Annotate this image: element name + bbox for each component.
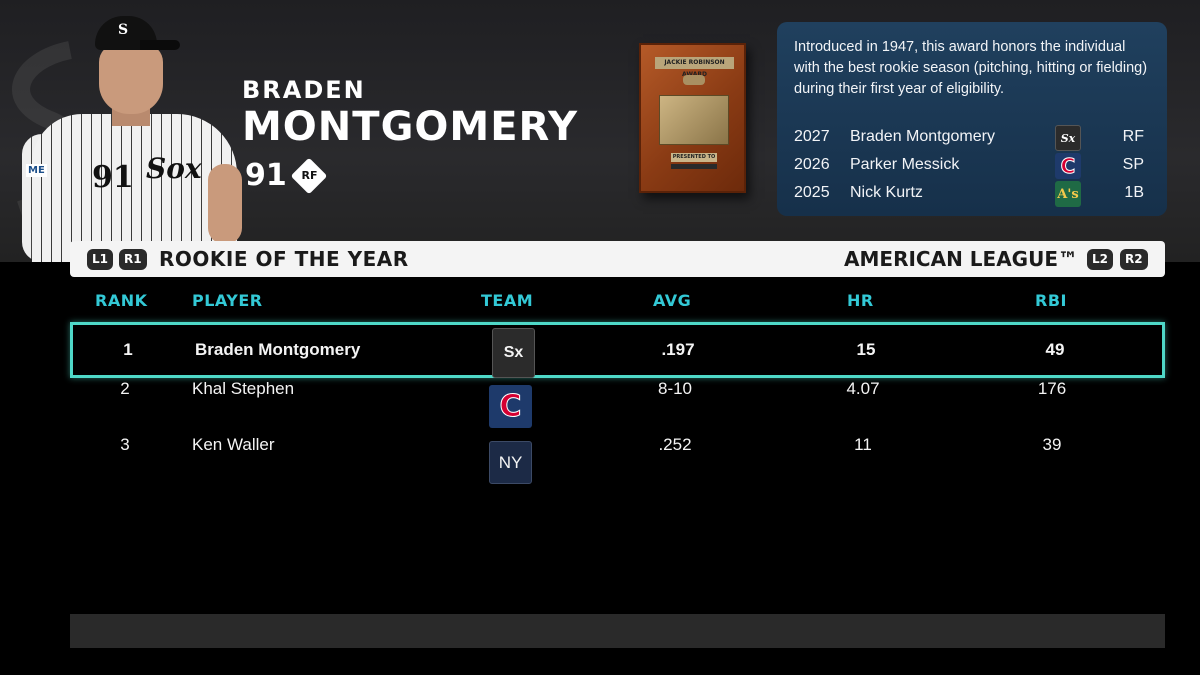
past-winner-row: 2025 Nick Kurtz A's 1B: [794, 181, 1154, 207]
player-first-name: BRADEN: [242, 76, 366, 104]
rank-cell: 2: [120, 379, 130, 398]
winner-name: Braden Montgomery: [850, 128, 995, 145]
winner-year: 2027: [794, 128, 830, 145]
r2-button[interactable]: R2: [1120, 249, 1148, 270]
award-info-card: Introduced in 1947, this award honors th…: [777, 22, 1167, 216]
rank-cell: 3: [120, 435, 130, 454]
plaque-title: JACKIE ROBINSON AWARD: [655, 57, 734, 78]
table-row[interactable]: 2 Khal Stephen C 8-10 4.07 176: [70, 379, 1165, 435]
player-portrait: S 91 Sox ME: [22, 14, 247, 262]
winner-position: SP: [1122, 156, 1144, 173]
column-rank: RANK: [95, 291, 148, 310]
plaque-relief-image: [659, 95, 729, 145]
footer-bar: [70, 614, 1165, 648]
rbi-cell: 49: [1045, 340, 1065, 359]
column-team: TEAM: [481, 291, 534, 310]
player-position: RF: [301, 169, 318, 182]
award-plaque: JACKIE ROBINSON AWARD PRESENTED TO: [639, 43, 746, 193]
column-player: PLAYER: [192, 291, 263, 310]
rbi-cell: 39: [1042, 435, 1062, 454]
winner-name: Nick Kurtz: [850, 184, 923, 201]
plaque-subtitle: PRESENTED TO: [671, 153, 717, 162]
past-winner-row: 2026 Parker Messick C SP: [794, 153, 1154, 179]
jersey-number: 91: [92, 160, 134, 195]
player-cell: Khal Stephen: [192, 379, 295, 398]
winner-year: 2025: [794, 184, 830, 201]
winner-position: RF: [1122, 128, 1144, 145]
award-title: ROOKIE OF THE YEAR: [159, 247, 409, 271]
player-overall-rating: 91: [245, 158, 287, 193]
past-winner-row: 2027 Braden Montgomery Sx RF: [794, 125, 1154, 151]
white-sox-logo-icon: Sx: [492, 328, 535, 378]
hr-cell: 11: [854, 435, 872, 454]
winner-name: Parker Messick: [850, 156, 960, 173]
column-rbi: RBI: [1035, 291, 1067, 310]
column-hr: HR: [847, 291, 874, 310]
guardians-logo-icon: C: [1055, 153, 1081, 179]
table-row[interactable]: 1 Braden Montgomery Sx .197 15 49: [70, 322, 1165, 378]
avg-cell: 8-10: [657, 379, 693, 398]
player-last-name: MONTGOMERY: [242, 104, 579, 150]
rank-cell: 1: [123, 340, 133, 359]
league-name: AMERICAN LEAGUE™: [844, 247, 1078, 271]
r1-button[interactable]: R1: [119, 249, 147, 270]
cap-logo-icon: S: [118, 22, 129, 38]
plaque-emblem-icon: [683, 75, 705, 85]
hr-cell: 4.07: [846, 379, 880, 398]
guardians-logo-icon: C: [489, 385, 532, 428]
winner-position: 1B: [1124, 184, 1144, 201]
table-row[interactable]: 3 Ken Waller NY .252 11 39: [70, 435, 1165, 491]
winner-year: 2026: [794, 156, 830, 173]
l2-button[interactable]: L2: [1087, 249, 1113, 270]
athletics-logo-icon: A's: [1055, 181, 1081, 207]
player-hero: S 91 Sox ME BRADEN MONTGOMERY 91 RF JACK…: [0, 0, 1200, 262]
rbi-cell: 176: [1037, 379, 1067, 398]
l1-button[interactable]: L1: [87, 249, 113, 270]
yankees-logo-icon: NY: [489, 441, 532, 484]
player-cell: Braden Montgomery: [195, 340, 361, 359]
chest-logo-icon: Sox: [146, 152, 202, 185]
sleeve-badge: ME: [26, 164, 47, 177]
hr-cell: 15: [856, 340, 876, 359]
award-description: Introduced in 1947, this award honors th…: [794, 39, 1148, 97]
award-header-bar: L1 R1 ROOKIE OF THE YEAR AMERICAN LEAGUE…: [70, 241, 1165, 277]
avg-cell: .197: [661, 340, 695, 359]
white-sox-logo-icon: Sx: [1055, 125, 1081, 151]
avg-cell: .252: [658, 435, 692, 454]
column-avg: AVG: [653, 291, 692, 310]
player-cell: Ken Waller: [192, 435, 275, 454]
